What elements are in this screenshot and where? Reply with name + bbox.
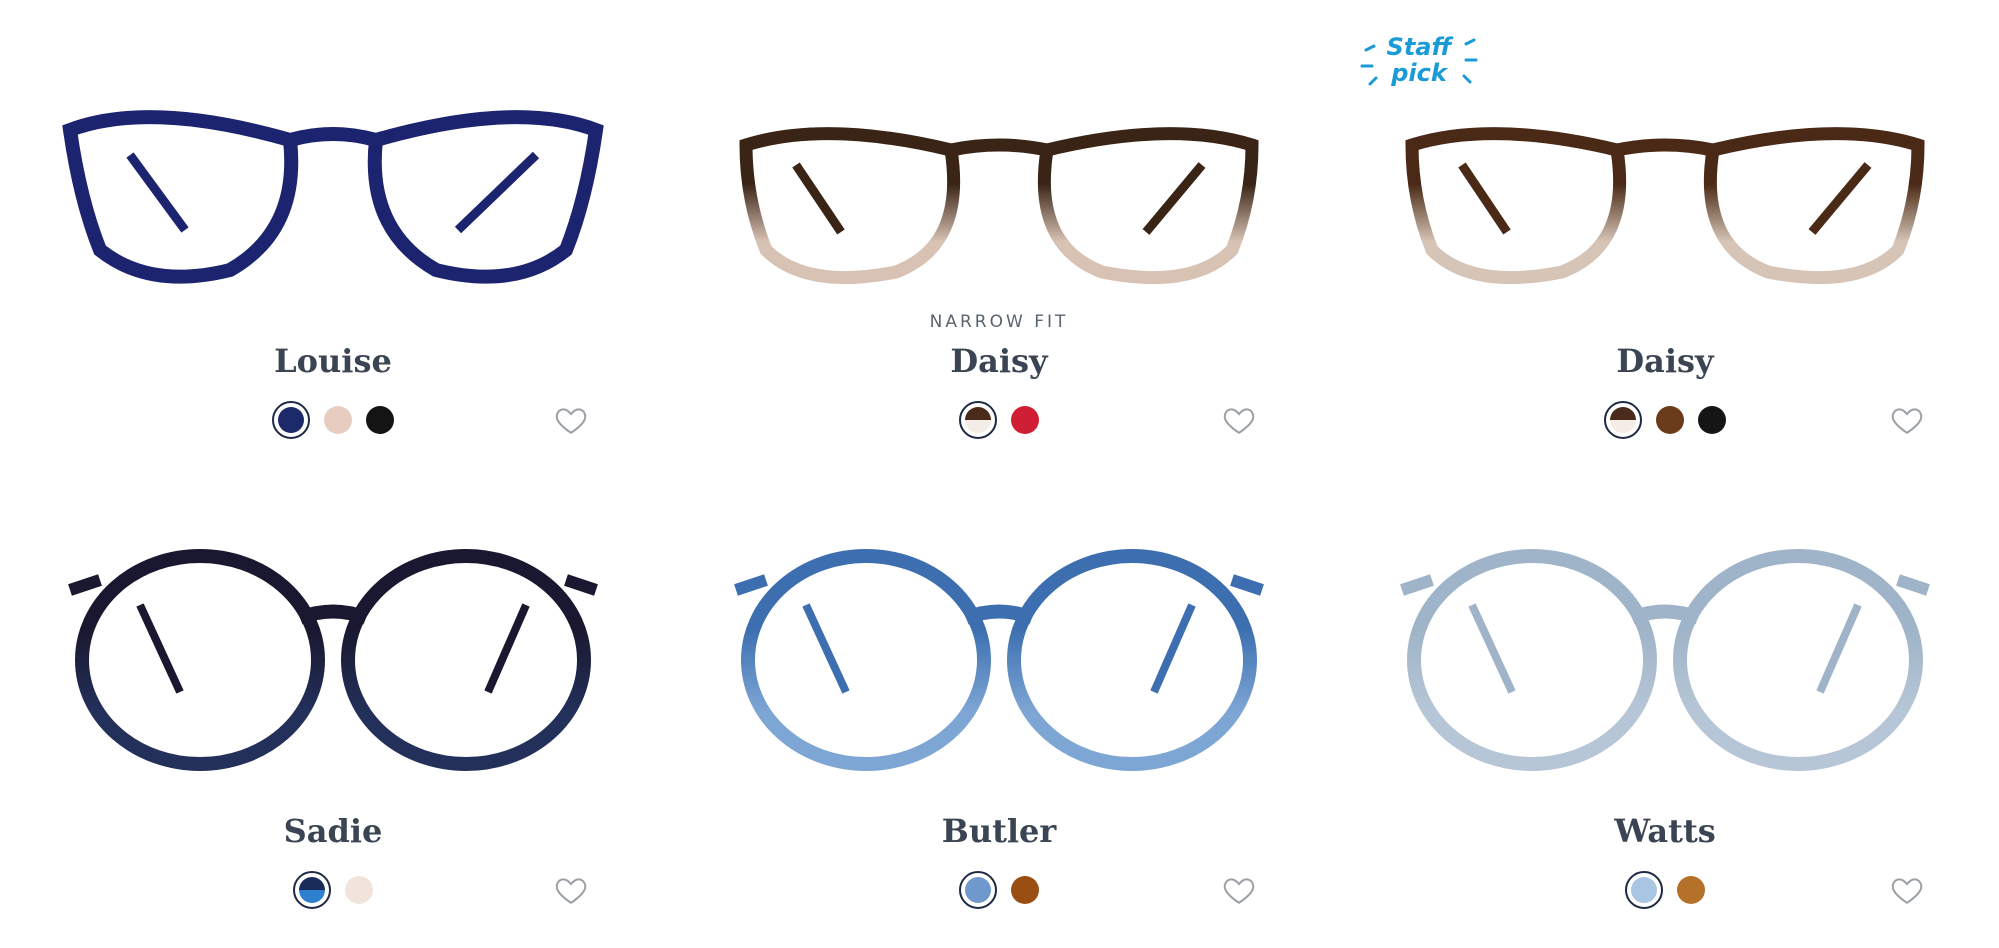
- frame-part: [1400, 574, 1434, 596]
- frame-part: [1405, 127, 1627, 285]
- color-swatch[interactable]: [959, 871, 997, 909]
- frame-part: [1407, 549, 1657, 771]
- product-name[interactable]: Daisy: [666, 342, 1332, 380]
- frame-part: [454, 151, 540, 234]
- frame-part: [564, 574, 598, 596]
- eyeglasses-icon: [734, 549, 1264, 771]
- heart-icon[interactable]: [1222, 403, 1256, 437]
- frame-part: [1629, 604, 1701, 625]
- eyeglasses-icon: [739, 127, 1259, 285]
- heart-icon[interactable]: [1222, 873, 1256, 907]
- color-swatch[interactable]: [272, 401, 310, 439]
- color-swatch[interactable]: [1625, 871, 1663, 909]
- eyeglasses-icon: [68, 549, 598, 771]
- frame-part: [297, 604, 369, 625]
- frame-part: [288, 127, 378, 147]
- product-name[interactable]: Butler: [666, 812, 1332, 850]
- staff-pick-text: Staff pick: [1386, 33, 1452, 87]
- product-card[interactable]: Sadie: [0, 470, 666, 940]
- color-swatch[interactable]: [1677, 876, 1705, 904]
- color-swatch[interactable]: [1656, 406, 1684, 434]
- frame-part: [741, 549, 991, 771]
- color-swatch[interactable]: [345, 876, 373, 904]
- product-card[interactable]: Louise: [0, 0, 666, 470]
- frame-part: [484, 603, 530, 694]
- product-image[interactable]: [0, 470, 666, 780]
- heart-icon[interactable]: [554, 403, 588, 437]
- heart-icon[interactable]: [1890, 873, 1924, 907]
- product-card[interactable]: Watts: [1332, 470, 1998, 940]
- color-swatch[interactable]: [959, 401, 997, 439]
- product-image[interactable]: [1332, 470, 1998, 780]
- frame-part: [949, 138, 1049, 157]
- frame-part: [1458, 162, 1511, 235]
- color-swatch[interactable]: [1604, 401, 1642, 439]
- product-card[interactable]: NARROW FIT Daisy: [666, 0, 1332, 470]
- product-image[interactable]: [666, 470, 1332, 780]
- frame-part: [126, 152, 189, 233]
- frame-part: [1615, 138, 1715, 157]
- frame-part: [1007, 549, 1257, 771]
- frame-part: [734, 574, 768, 596]
- product-image[interactable]: [666, 0, 1332, 310]
- product-name[interactable]: Louise: [0, 342, 666, 380]
- frame-part: [802, 603, 850, 694]
- frame-part: [1703, 127, 1925, 285]
- color-swatch[interactable]: [1698, 406, 1726, 434]
- color-swatch[interactable]: [1011, 406, 1039, 434]
- product-image[interactable]: [0, 0, 666, 310]
- color-swatch[interactable]: [1011, 876, 1039, 904]
- frame-part: [75, 549, 325, 771]
- product-name[interactable]: Daisy: [1332, 342, 1998, 380]
- frame-part: [62, 110, 299, 284]
- fit-label: NARROW FIT: [929, 312, 1069, 332]
- product-name[interactable]: Sadie: [0, 812, 666, 850]
- frame-part: [792, 162, 845, 235]
- frame-part: [1816, 603, 1862, 694]
- frame-part: [367, 110, 604, 284]
- eyeglasses-icon: [1400, 549, 1930, 771]
- product-grid: Louise NARROW FIT Daisy Daisy Sadie Butl…: [0, 0, 1999, 948]
- frame-part: [1468, 603, 1516, 694]
- frame-part: [963, 604, 1035, 625]
- frame-part: [68, 574, 102, 596]
- heart-icon[interactable]: [554, 873, 588, 907]
- heart-icon[interactable]: [1890, 403, 1924, 437]
- color-swatch[interactable]: [293, 871, 331, 909]
- eyeglasses-icon: [62, 110, 604, 284]
- frame-part: [1150, 603, 1196, 694]
- frame-part: [1230, 574, 1264, 596]
- frame-part: [136, 603, 184, 694]
- staff-pick-badge: Staff pick: [1356, 30, 1482, 106]
- color-swatch[interactable]: [324, 406, 352, 434]
- frame-part: [1896, 574, 1930, 596]
- frame-part: [1673, 549, 1923, 771]
- frame-part: [1808, 162, 1872, 235]
- frame-part: [739, 127, 961, 285]
- frame-part: [341, 549, 591, 771]
- color-swatch[interactable]: [366, 406, 394, 434]
- product-card[interactable]: Butler: [666, 470, 1332, 940]
- frame-part: [1037, 127, 1259, 285]
- product-name[interactable]: Watts: [1332, 812, 1998, 850]
- frame-part: [1142, 162, 1206, 235]
